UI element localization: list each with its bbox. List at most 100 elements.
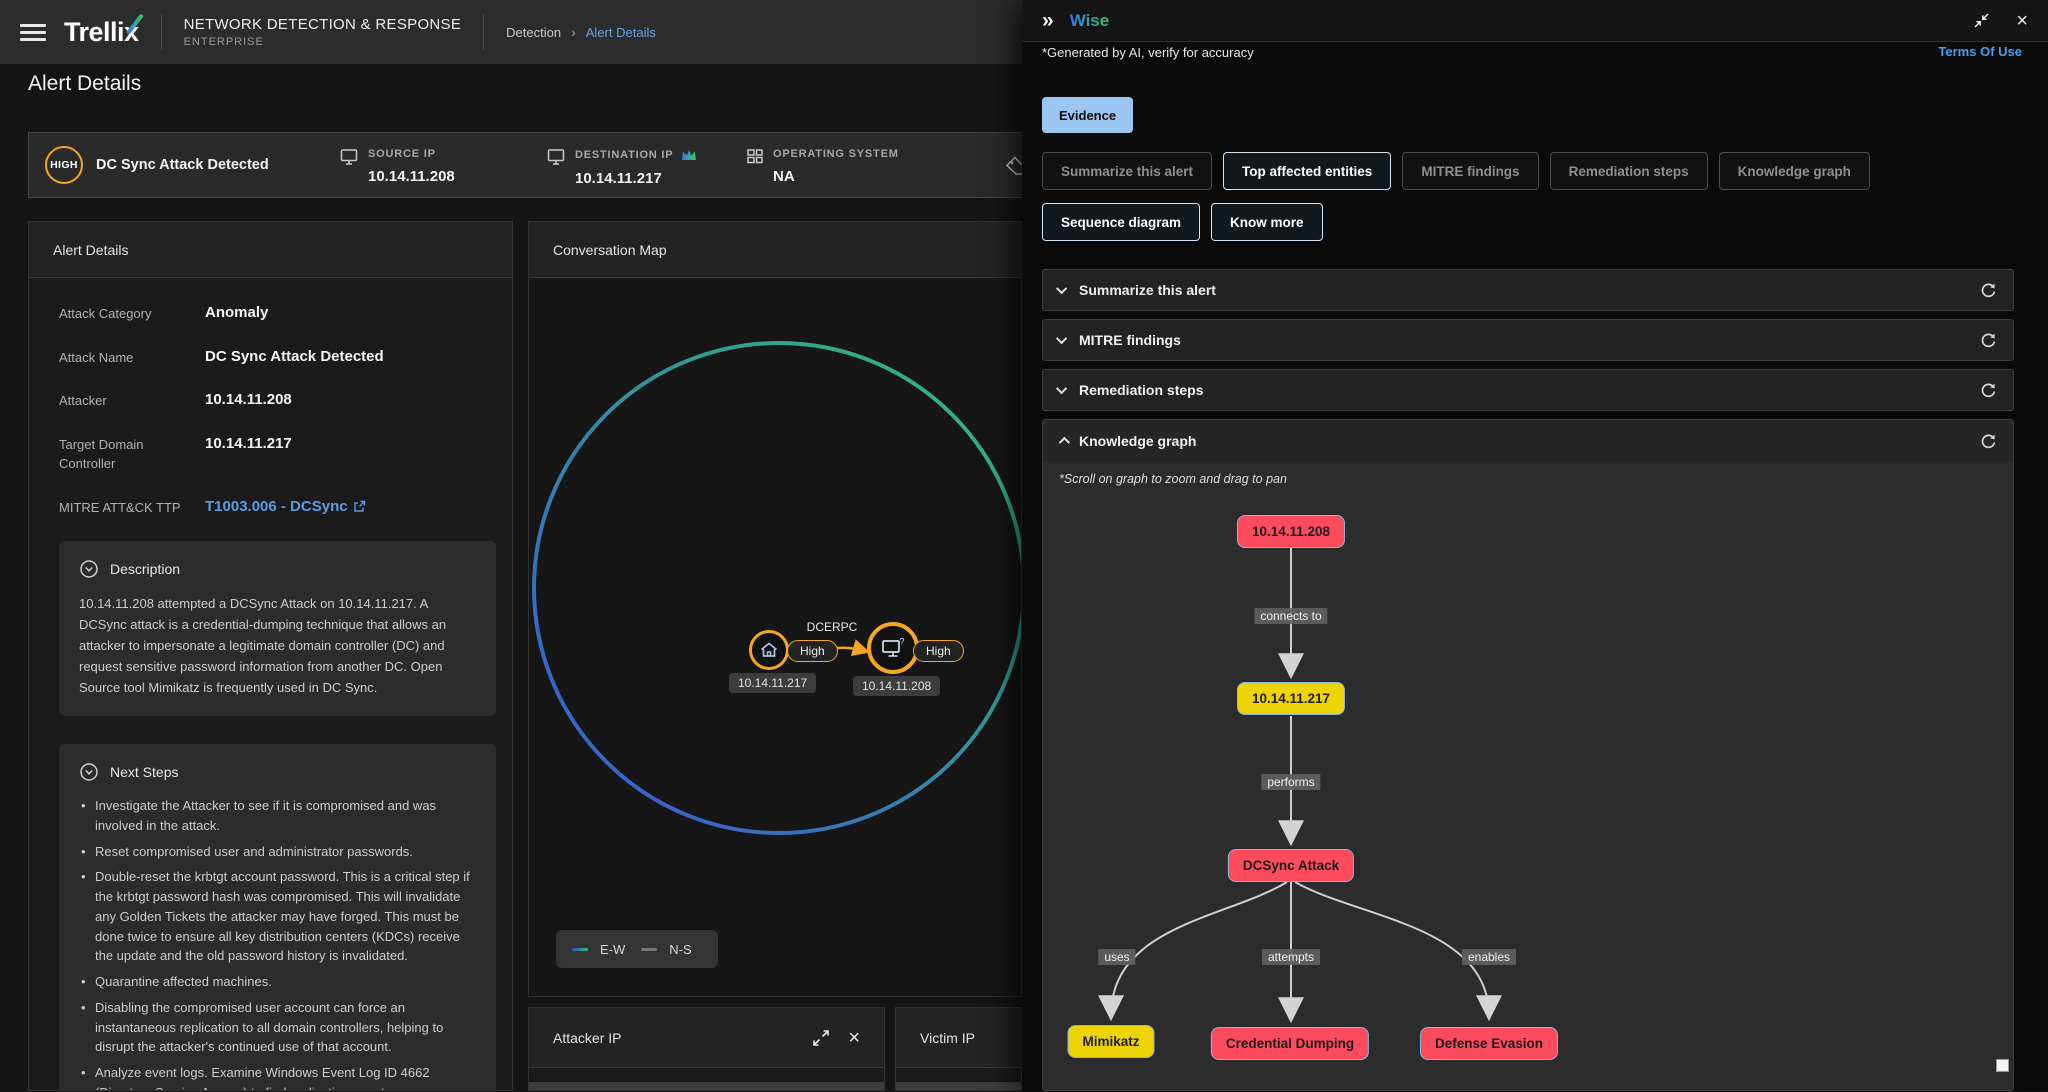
- graph-resize-handle[interactable]: [1996, 1059, 2009, 1072]
- attacker-node[interactable]: ?: [867, 622, 919, 674]
- edge-label-attempts: attempts: [1262, 949, 1320, 965]
- os-label: OPERATING SYSTEM: [773, 148, 899, 160]
- chip-knowledge-graph[interactable]: Knowledge graph: [1719, 152, 1870, 190]
- chip-summarize-this-alert[interactable]: Summarize this alert: [1042, 152, 1212, 190]
- accordion-summarize-this-alert[interactable]: Summarize this alert: [1042, 269, 2014, 311]
- breadcrumb: Detection › Alert Details: [506, 24, 656, 40]
- next-steps-title: Next Steps: [110, 764, 178, 780]
- map-legend: E-W N-S: [556, 930, 718, 968]
- victim-ip-title: Victim IP: [920, 1030, 975, 1046]
- circle-chevron-icon: [79, 762, 99, 782]
- wise-panel-header: » Wise ×: [1022, 0, 2048, 42]
- table-header-strip: [896, 1082, 1021, 1090]
- description-text: 10.14.11.208 attempted a DCSync Attack o…: [79, 593, 476, 698]
- graph-edges: [1043, 420, 2015, 1092]
- victim-ip-chip: 10.14.11.217: [729, 673, 816, 693]
- graph-node-attacker-ip[interactable]: 10.14.11.208: [1237, 515, 1345, 548]
- os-windows-icon: [746, 147, 764, 165]
- refresh-icon[interactable]: [1980, 382, 1997, 399]
- evidence-button[interactable]: Evidence: [1042, 97, 1133, 133]
- destination-ip-group: DESTINATION IP 10.14.11.217: [546, 148, 698, 187]
- description-title: Description: [110, 561, 180, 577]
- minimize-icon[interactable]: [1973, 12, 1990, 29]
- breadcrumb-detection[interactable]: Detection: [506, 25, 561, 40]
- east-west-dash: [572, 948, 588, 951]
- close-icon[interactable]: ×: [848, 1028, 860, 1048]
- source-ip-value: 10.14.11.208: [368, 168, 455, 185]
- accordion-mitre-findings[interactable]: MITRE findings: [1042, 319, 2014, 361]
- monitor-question-icon: ?: [880, 636, 906, 660]
- table-header-strip: [529, 1082, 884, 1090]
- breadcrumb-alert-details[interactable]: Alert Details: [586, 25, 656, 40]
- chip-sequence-diagram[interactable]: Sequence diagram: [1042, 203, 1200, 241]
- victim-severity-pill: High: [787, 640, 838, 662]
- close-icon[interactable]: ×: [2016, 11, 2028, 31]
- next-step-item: Quarantine affected machines.: [79, 972, 476, 992]
- graph-node-mimikatz[interactable]: Mimikatz: [1067, 1025, 1154, 1058]
- accordion-remediation-steps[interactable]: Remediation steps: [1042, 369, 2014, 411]
- alert-details-body: Attack Category Anomaly Attack Name DC S…: [29, 278, 512, 1091]
- alert-details-card-header: Alert Details: [29, 222, 512, 278]
- page-title: Alert Details: [28, 72, 141, 96]
- home-icon: [758, 639, 780, 661]
- os-value: NA: [773, 168, 899, 185]
- refresh-icon[interactable]: [1980, 282, 1997, 299]
- chip-remediation-steps[interactable]: Remediation steps: [1550, 152, 1708, 190]
- attacker-ip-chip: 10.14.11.208: [853, 676, 940, 696]
- source-ip-label: SOURCE IP: [368, 148, 455, 160]
- chip-know-more[interactable]: Know more: [1211, 203, 1323, 241]
- attacker-ip-title: Attacker IP: [553, 1030, 621, 1046]
- north-south-dash: [641, 948, 657, 951]
- product-edition: ENTERPRISE: [184, 36, 462, 48]
- wise-chips-row-2: Sequence diagram Know more: [1042, 203, 1323, 241]
- destination-ip-label: DESTINATION IP: [575, 148, 698, 162]
- alert-title: DC Sync Attack Detected: [96, 157, 269, 173]
- chevron-down-icon: [1056, 283, 1067, 294]
- terms-of-use-link[interactable]: Terms Of Use: [1938, 44, 2022, 59]
- wise-panel: » Wise × *Generated by AI, verify for ac…: [1022, 0, 2048, 1091]
- north-south-label: N-S: [669, 942, 691, 957]
- protocol-label: DCERPC: [792, 620, 872, 634]
- conversation-map-body[interactable]: DCERPC High 10.14.11.217 ? High 10.14.11…: [529, 278, 1021, 997]
- graph-node-dcsync-attack[interactable]: DCSync Attack: [1228, 849, 1354, 882]
- graph-node-victim-ip[interactable]: 10.14.11.217: [1237, 682, 1345, 715]
- conversation-map-card: Conversation Map DCERPC High 10.14.11.21…: [528, 221, 1022, 997]
- wise-chips-row-1: Summarize this alert Top affected entiti…: [1042, 152, 1870, 190]
- collapse-panel-icon[interactable]: »: [1042, 10, 1054, 31]
- source-ip-group: SOURCE IP 10.14.11.208: [339, 148, 455, 185]
- conversation-map-header: Conversation Map: [529, 222, 1021, 278]
- mitre-ttp-link[interactable]: T1003.006 - DCSync: [205, 498, 366, 515]
- next-step-item: Investigate the Attacker to see if it is…: [79, 796, 476, 836]
- attacker-severity-pill: High: [913, 640, 964, 662]
- product-block: NETWORK DETECTION & RESPONSE ENTERPRISE: [184, 16, 462, 48]
- chevron-right-icon: ›: [571, 24, 576, 40]
- graph-node-credential-dumping[interactable]: Credential Dumping: [1211, 1027, 1369, 1060]
- expand-icon[interactable]: [812, 1029, 830, 1047]
- victim-ip-card: Victim IP: [895, 1007, 1022, 1091]
- field-attacker: Attacker 10.14.11.208: [59, 391, 496, 411]
- field-attack-category: Attack Category Anomaly: [59, 304, 496, 324]
- circle-chevron-icon: [79, 559, 99, 579]
- victim-node[interactable]: [749, 630, 789, 670]
- chip-mitre-findings[interactable]: MITRE findings: [1402, 152, 1538, 190]
- destination-ip-value: 10.14.11.217: [575, 170, 698, 187]
- next-steps-section: Next Steps Investigate the Attacker to s…: [59, 744, 496, 1091]
- operating-system-group: OPERATING SYSTEM NA: [746, 148, 899, 185]
- next-step-item: Reset compromised user and administrator…: [79, 842, 476, 862]
- graph-node-defense-evasion[interactable]: Defense Evasion: [1420, 1027, 1558, 1060]
- divider: [161, 14, 162, 50]
- refresh-icon[interactable]: [1980, 332, 1997, 349]
- next-step-item: Analyze event logs. Examine Windows Even…: [79, 1063, 476, 1091]
- next-step-item: Double-reset the krbtgt account password…: [79, 867, 476, 966]
- monitor-icon: [546, 147, 566, 167]
- chevron-down-icon: [1056, 383, 1067, 394]
- ai-disclaimer: *Generated by AI, verify for accuracy: [1042, 45, 1254, 60]
- chip-top-affected-entities[interactable]: Top affected entities: [1223, 152, 1391, 190]
- description-section: Description 10.14.11.208 attempted a DCS…: [59, 541, 496, 716]
- attacker-ip-card: Attacker IP ×: [528, 1007, 885, 1091]
- menu-icon[interactable]: [20, 20, 46, 45]
- field-attack-name: Attack Name DC Sync Attack Detected: [59, 348, 496, 368]
- east-west-label: E-W: [600, 942, 625, 957]
- severity-badge: HIGH: [45, 146, 83, 184]
- next-steps-list: Investigate the Attacker to see if it is…: [79, 796, 476, 1091]
